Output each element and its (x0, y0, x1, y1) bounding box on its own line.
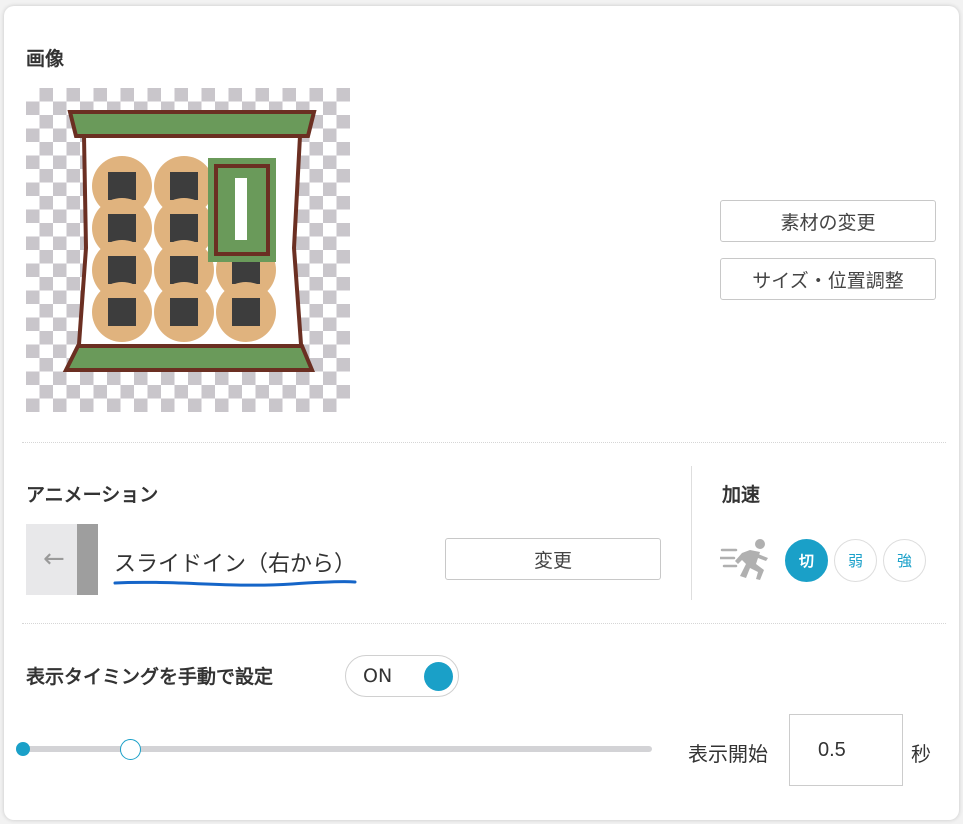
change-animation-button[interactable]: 変更 (445, 538, 661, 580)
acceleration-section-title: 加速 (722, 484, 761, 506)
seconds-unit: 秒 (911, 742, 931, 766)
toggle-label: ON (363, 665, 393, 687)
rice-cracker-bag-image (62, 110, 317, 372)
timing-slider-start-marker (16, 742, 30, 756)
running-person-icon (720, 539, 768, 580)
animation-preview: ← (26, 524, 98, 595)
timing-slider-track[interactable] (22, 746, 652, 752)
change-material-button[interactable]: 素材の変更 (720, 200, 936, 242)
accel-off-button[interactable]: 切 (785, 539, 828, 582)
timing-section-title: 表示タイミングを手動で設定 (26, 666, 274, 688)
arrow-left-icon: ← (43, 544, 65, 574)
timing-slider-thumb[interactable] (120, 739, 141, 760)
manual-timing-toggle[interactable]: ON (345, 655, 459, 697)
display-start-input[interactable] (789, 714, 903, 786)
preview-bar (77, 524, 98, 595)
settings-panel: 画像 素材の変更 サイズ・位置調整 アニメーション ← スライドイン（右から） … (4, 6, 959, 820)
image-section-title: 画像 (26, 48, 65, 70)
toggle-knob (424, 662, 453, 691)
display-start-label: 表示開始 (688, 742, 768, 766)
accel-weak-button[interactable]: 弱 (834, 539, 877, 582)
section-divider (22, 442, 946, 443)
vertical-divider (691, 466, 692, 600)
section-divider-2 (22, 623, 946, 624)
animation-name: スライドイン（右から） (114, 552, 357, 577)
accel-strong-button[interactable]: 強 (883, 539, 926, 582)
animation-name-underline (113, 580, 357, 587)
animation-section-title: アニメーション (26, 484, 159, 506)
size-position-button[interactable]: サイズ・位置調整 (720, 258, 936, 300)
material-thumbnail[interactable] (26, 88, 350, 412)
